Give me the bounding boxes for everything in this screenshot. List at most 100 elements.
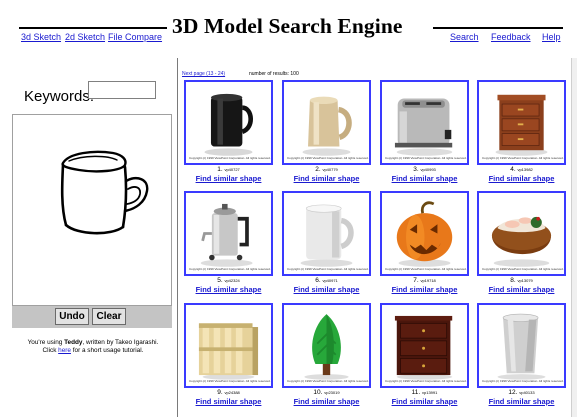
nav-link-3d-sketch[interactable]: 3d Sketch: [21, 32, 61, 42]
copyright-notice: Copyright (c) 1999 ViewPoint Corporation…: [189, 267, 271, 271]
result-model-id: vp24388: [224, 390, 240, 395]
result-thumbnail[interactable]: Copyright (c) 1999 ViewPoint Corporation…: [477, 303, 566, 388]
dark-wood-cabinet-model: [394, 315, 453, 380]
find-similar-shape-link[interactable]: Find similar shape: [380, 285, 469, 294]
result-meta: 9. vp24388: [184, 389, 273, 397]
result-item: Copyright (c) 1999 ViewPoint Corporation…: [184, 191, 273, 294]
result-rank: 12.: [508, 389, 520, 396]
undo-button[interactable]: Undo: [55, 308, 89, 325]
result-item: Copyright (c) 1999 ViewPoint Corporation…: [282, 303, 371, 406]
result-model-id: vp19718: [420, 278, 436, 283]
wooden-crate-model: [198, 323, 259, 380]
result-thumbnail[interactable]: Copyright (c) 1999 ViewPoint Corporation…: [282, 303, 371, 388]
black-mug-model: [204, 93, 253, 156]
find-similar-shape-link[interactable]: Find similar shape: [477, 397, 566, 406]
scrollbar[interactable]: [571, 58, 577, 417]
copyright-notice: Copyright (c) 1999 ViewPoint Corporation…: [482, 267, 564, 271]
find-similar-shape-link[interactable]: Find similar shape: [282, 285, 371, 294]
jack-o-lantern-model: [396, 201, 453, 267]
note-text: for a short usage tutorial.: [70, 347, 144, 355]
result-thumbnail[interactable]: Copyright (c) 1999 ViewPoint Corporation…: [184, 303, 273, 388]
result-item: Copyright (c) 1999 ViewPoint Corporation…: [477, 80, 566, 183]
result-meta: 10. vp23019: [282, 389, 371, 397]
tutorial-link[interactable]: here: [58, 347, 71, 354]
result-model-id: vp40727: [224, 167, 240, 172]
find-similar-shape-link[interactable]: Find similar shape: [184, 285, 273, 294]
copyright-notice: Copyright (c) 1999 ViewPoint Corporation…: [482, 379, 564, 383]
results-area: Next page (13 - 24) number of results: 1…: [179, 58, 577, 417]
result-meta: 2. vp40779: [282, 166, 371, 174]
nav-link-file-compare[interactable]: File Compare: [108, 32, 162, 42]
result-model-id: vp40993: [420, 167, 436, 172]
tall-cup-model: [497, 313, 546, 380]
result-thumbnail[interactable]: Copyright (c) 1999 ViewPoint Corporation…: [184, 80, 273, 165]
clear-button[interactable]: Clear: [92, 308, 126, 325]
result-model-id: vp40971: [322, 278, 338, 283]
note-text: , written by Takeo Igarashi.: [82, 339, 159, 346]
nav-link-search[interactable]: Search: [450, 32, 479, 42]
result-thumbnail[interactable]: Copyright (c) 1999 ViewPoint Corporation…: [380, 80, 469, 165]
result-thumbnail[interactable]: Copyright (c) 1999 ViewPoint Corporation…: [282, 191, 371, 276]
result-thumbnail[interactable]: Copyright (c) 1999 ViewPoint Corporation…: [477, 80, 566, 165]
find-similar-shape-link[interactable]: Find similar shape: [380, 174, 469, 183]
nav-link-2d-sketch[interactable]: 2d Sketch: [65, 32, 105, 42]
copyright-notice: Copyright (c) 1999 ViewPoint Corporation…: [287, 267, 369, 271]
find-similar-shape-link[interactable]: Find similar shape: [184, 397, 273, 406]
copyright-notice: Copyright (c) 1999 ViewPoint Corporation…: [287, 156, 369, 160]
copyright-notice: Copyright (c) 1999 ViewPoint Corporation…: [482, 156, 564, 160]
result-item: Copyright (c) 1999 ViewPoint Corporation…: [184, 303, 273, 406]
result-thumbnail[interactable]: Copyright (c) 1999 ViewPoint Corporation…: [380, 303, 469, 388]
next-page-link[interactable]: Next page (13 - 24): [182, 71, 225, 77]
result-item: Copyright (c) 1999 ViewPoint Corporation…: [380, 80, 469, 183]
header: 3D Model Search Engine 3d Sketch 2d Sket…: [0, 0, 577, 58]
page-title: 3D Model Search Engine: [172, 14, 403, 38]
result-rank: 11.: [411, 389, 422, 396]
result-thumbnail[interactable]: Copyright (c) 1999 ViewPoint Corporation…: [477, 191, 566, 276]
nav-link-feedback[interactable]: Feedback: [491, 32, 531, 42]
sketch-canvas[interactable]: [12, 114, 172, 306]
result-meta: 5. vp42324: [184, 277, 273, 285]
find-similar-shape-link[interactable]: Find similar shape: [282, 397, 371, 406]
note-app-name: Teddy: [64, 339, 83, 346]
result-model-id: vp42324: [224, 278, 240, 283]
result-item: Copyright (c) 1999 ViewPoint Corporation…: [282, 191, 371, 294]
result-model-id: vp13079: [517, 278, 533, 283]
query-panel: Keywords: Undo Clear You're using Teddy,…: [0, 58, 178, 417]
result-meta: 1. vp40727: [184, 166, 273, 174]
result-meta: 3. vp40993: [380, 166, 469, 174]
note-text: You're using: [27, 339, 65, 346]
copyright-notice: Copyright (c) 1999 ViewPoint Corporation…: [287, 379, 369, 383]
copyright-notice: Copyright (c) 1999 ViewPoint Corporation…: [189, 379, 271, 383]
toaster-model: [394, 98, 453, 156]
result-item: Copyright (c) 1999 ViewPoint Corporation…: [477, 191, 566, 294]
result-item: Copyright (c) 1999 ViewPoint Corporation…: [380, 191, 469, 294]
result-count: number of results: 100: [249, 71, 299, 77]
sketch-button-bar: Undo Clear: [12, 306, 172, 328]
nav-link-help[interactable]: Help: [542, 32, 561, 42]
copyright-notice: Copyright (c) 1999 ViewPoint Corporation…: [385, 379, 467, 383]
teddy-note: You're using Teddy, written by Takeo Iga…: [14, 339, 172, 355]
find-similar-shape-link[interactable]: Find similar shape: [477, 285, 566, 294]
result-meta: 12. vp40133: [477, 389, 566, 397]
result-thumbnail[interactable]: Copyright (c) 1999 ViewPoint Corporation…: [282, 80, 371, 165]
find-similar-shape-link[interactable]: Find similar shape: [477, 174, 566, 183]
result-item: Copyright (c) 1999 ViewPoint Corporation…: [184, 80, 273, 183]
result-meta: 8. vp13079: [477, 277, 566, 285]
result-item: Copyright (c) 1999 ViewPoint Corporation…: [380, 303, 469, 406]
result-item: Copyright (c) 1999 ViewPoint Corporation…: [282, 80, 371, 183]
result-thumbnail[interactable]: Copyright (c) 1999 ViewPoint Corporation…: [184, 191, 273, 276]
keywords-label: Keywords:: [24, 88, 95, 105]
find-similar-shape-link[interactable]: Find similar shape: [184, 174, 273, 183]
beige-beer-stein-model: [302, 96, 352, 156]
header-rule-left: [19, 27, 167, 29]
find-similar-shape-link[interactable]: Find similar shape: [282, 174, 371, 183]
copyright-notice: Copyright (c) 1999 ViewPoint Corporation…: [385, 267, 467, 271]
result-model-id: vp13991: [422, 390, 438, 395]
note-text: Click: [42, 347, 59, 355]
keywords-input[interactable]: [88, 81, 156, 99]
find-similar-shape-link[interactable]: Find similar shape: [380, 397, 469, 406]
result-model-id: vp40133: [519, 390, 535, 395]
result-meta: 4. vp13982: [477, 166, 566, 174]
coffee-percolator-model: [200, 203, 253, 267]
result-thumbnail[interactable]: Copyright (c) 1999 ViewPoint Corporation…: [380, 191, 469, 276]
